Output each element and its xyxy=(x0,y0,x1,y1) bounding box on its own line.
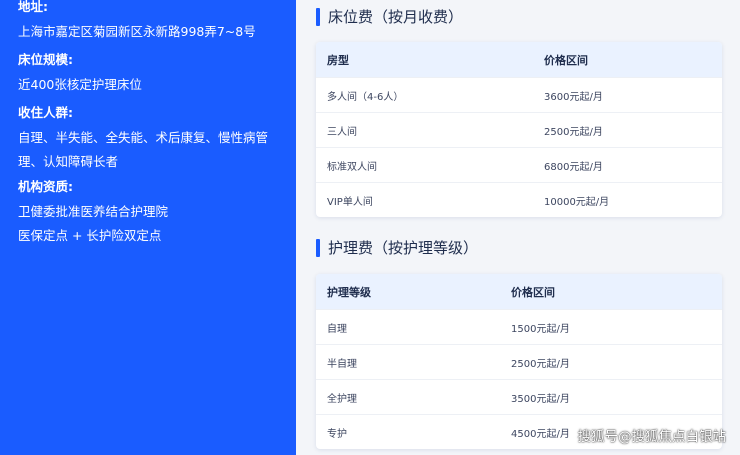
watermark-text: 搜狐号@搜狐焦点白银站 xyxy=(577,429,727,445)
target-text-line2: 理、认知障碍长者 xyxy=(18,154,119,169)
title-accent-bar xyxy=(316,8,320,26)
header-room-type: 房型 xyxy=(327,53,349,67)
room-type-cell: VIP单人间 xyxy=(327,196,373,208)
beds-text: 近400张核定护理床位 xyxy=(18,77,142,92)
price-cell: 2500元起/月 xyxy=(511,358,570,370)
bed-fee-heading: 床位费（按月收费） xyxy=(316,7,463,27)
price-cell: 6800元起/月 xyxy=(544,161,603,173)
header-price-range: 价格区间 xyxy=(544,53,588,67)
target-block: 收住人群: 自理、半失能、全失能、术后康复、慢性病管 理、认知障碍长者 xyxy=(18,104,282,174)
header-price-range: 价格区间 xyxy=(511,285,555,299)
bed-fee-table: 房型 价格区间 多人间（4-6人） 3600元起/月 三人间 2500元起/月 … xyxy=(316,42,722,217)
care-level-cell: 半自理 xyxy=(327,358,357,370)
target-text-line1: 自理、半失能、全失能、术后康复、慢性病管 xyxy=(18,130,269,145)
target-label: 收住人群: xyxy=(18,105,73,120)
care-level-cell: 专护 xyxy=(327,428,347,440)
qualification-block: 机构资质: 卫健委批准医养结合护理院 医保定点 + 长护险双定点 xyxy=(18,178,282,248)
price-cell: 3500元起/月 xyxy=(511,393,570,405)
address-label: 地址: xyxy=(18,0,48,14)
info-panel: 地址: 上海市嘉定区菊园新区永新路998弄7~8号 床位规模: 近400张核定护… xyxy=(0,0,296,455)
care-fee-table: 护理等级 价格区间 自理 1500元起/月 半自理 2500元起/月 全护理 3… xyxy=(316,274,722,449)
header-care-level: 护理等级 xyxy=(327,285,371,299)
title-accent-bar xyxy=(316,239,320,257)
care-fee-heading: 护理费（按护理等级） xyxy=(316,238,478,258)
room-type-cell: 标准双人间 xyxy=(327,161,377,173)
table-header: 房型 价格区间 xyxy=(316,42,722,77)
beds-label: 床位规模: xyxy=(18,52,73,67)
price-cell: 3600元起/月 xyxy=(544,91,603,103)
room-type-cell: 三人间 xyxy=(327,126,357,138)
table-row: 多人间（4-6人） 3600元起/月 xyxy=(316,77,722,112)
table-row: 半自理 2500元起/月 xyxy=(316,344,722,379)
address-text: 上海市嘉定区菊园新区永新路998弄7~8号 xyxy=(18,24,256,39)
table-row: 自理 1500元起/月 xyxy=(316,309,722,344)
qualification-label: 机构资质: xyxy=(18,179,73,194)
price-cell: 1500元起/月 xyxy=(511,323,570,335)
room-type-cell: 多人间（4-6人） xyxy=(327,91,404,103)
care-level-cell: 自理 xyxy=(327,323,347,335)
care-fee-title: 护理费（按护理等级） xyxy=(328,239,479,257)
qualification-line2: 医保定点 + 长护险双定点 xyxy=(18,228,162,243)
bed-fee-title: 床位费（按月收费） xyxy=(328,8,464,26)
price-panel: 床位费（按月收费） 房型 价格区间 多人间（4-6人） 3600元起/月 三人间… xyxy=(296,0,740,455)
table-row: VIP单人间 10000元起/月 xyxy=(316,182,722,217)
address-block: 地址: 上海市嘉定区菊园新区永新路998弄7~8号 xyxy=(18,0,282,44)
price-cell: 10000元起/月 xyxy=(544,196,610,208)
care-level-cell: 全护理 xyxy=(327,393,357,405)
beds-block: 床位规模: 近400张核定护理床位 xyxy=(18,51,282,97)
qualification-line1: 卫健委批准医养结合护理院 xyxy=(18,204,169,219)
table-row: 全护理 3500元起/月 xyxy=(316,379,722,414)
price-cell: 2500元起/月 xyxy=(544,126,603,138)
price-cell: 4500元起/月 xyxy=(511,428,570,440)
table-row: 标准双人间 6800元起/月 xyxy=(316,147,722,182)
table-header: 护理等级 价格区间 xyxy=(316,274,722,309)
table-row: 三人间 2500元起/月 xyxy=(316,112,722,147)
